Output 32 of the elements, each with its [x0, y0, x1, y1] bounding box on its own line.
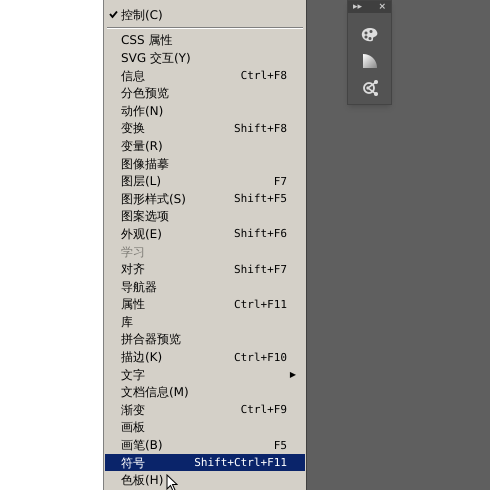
menu-item[interactable]: 拼合器预览 — [105, 330, 305, 348]
menu-item[interactable]: 文字 ▶ — [105, 366, 305, 384]
gradient-icon[interactable] — [362, 53, 378, 69]
menu-item[interactable]: 属性 Ctrl+F11 — [105, 296, 305, 314]
menu-item[interactable]: 图层(L) F7 — [105, 172, 305, 190]
menu-item[interactable]: SVG 交互(Y) — [105, 49, 305, 67]
mouse-pointer-icon — [166, 474, 178, 490]
menu-item[interactable]: 色板(H) — [105, 471, 305, 490]
menu-item[interactable]: 文档信息(M) — [105, 383, 305, 402]
menu-item[interactable]: 画笔(B) F5 — [105, 436, 305, 454]
symbol-icon[interactable] — [360, 79, 378, 97]
menu-item[interactable]: CSS 属性 — [105, 32, 305, 50]
menu-item[interactable]: 渐变 Ctrl+F9 — [105, 401, 305, 419]
menu-item[interactable]: 符号 Shift+Ctrl+F11 — [105, 454, 305, 472]
menu-item[interactable]: 库 — [105, 313, 305, 331]
menu-item[interactable]: 画板 — [105, 418, 305, 436]
menu-item[interactable]: 信息 Ctrl+F8 — [105, 66, 305, 84]
menu-item[interactable]: 变换 Shift+F8 — [105, 120, 305, 138]
menu-item[interactable]: 图形样式(S) Shift+F5 — [105, 190, 305, 208]
menu-item[interactable]: 分色预览 — [105, 84, 305, 102]
close-button[interactable]: × — [378, 2, 386, 12]
menu-item[interactable]: 图案选项 — [105, 208, 305, 226]
menu-item[interactable]: 图像描摹 — [105, 154, 305, 172]
expand-button[interactable]: ▸▸ — [353, 2, 362, 12]
menu-item[interactable]: 变量(R) — [105, 137, 305, 155]
menu-item[interactable]: 描边(K) Ctrl+F10 — [105, 348, 305, 366]
menu-item[interactable]: 动作(N) — [105, 102, 305, 120]
menu-item[interactable]: 对齐 Shift+F7 — [105, 260, 305, 278]
palette-icon[interactable] — [360, 27, 378, 43]
menu-item[interactable]: 导航器 — [105, 278, 305, 296]
menu-item[interactable]: 控制(C) — [105, 6, 305, 24]
menu-item[interactable]: 外观(E) Shift+F6 — [105, 225, 305, 243]
